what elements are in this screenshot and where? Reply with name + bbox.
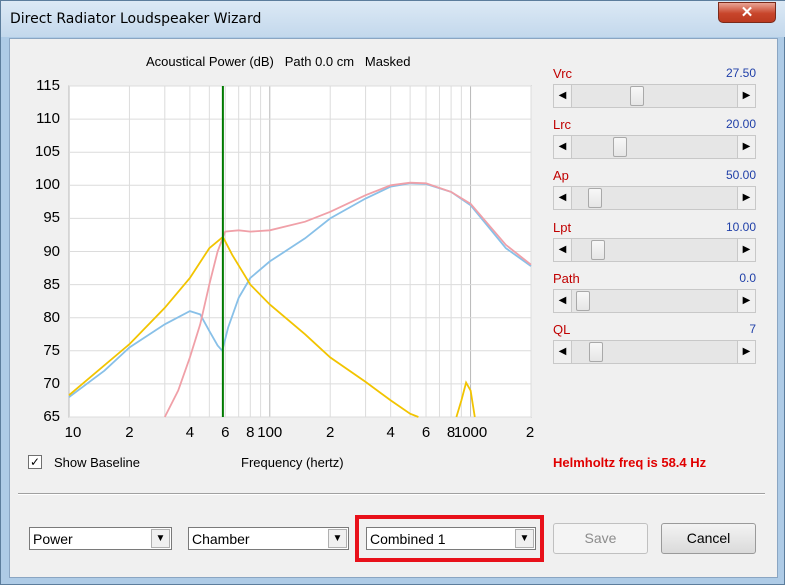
left-arrow-icon[interactable]: ◀ [554, 85, 572, 107]
slider-lrc: Lrc 20.00 ◀ ▶ [553, 117, 756, 161]
x-tick-label: 1000 [453, 424, 488, 441]
left-arrow-icon[interactable]: ◀ [554, 341, 572, 363]
x-tick-label: 4 [386, 424, 395, 441]
show-baseline-checkbox[interactable]: ✓ [28, 455, 42, 469]
y-tick-label: 85 [43, 275, 60, 293]
slider-track[interactable]: ◀ ▶ [553, 289, 756, 313]
display-mode-value: Power [33, 531, 73, 547]
enclosure-value: Chamber [192, 531, 250, 547]
slider-track[interactable]: ◀ ▶ [553, 238, 756, 262]
slider-label: QL [553, 322, 571, 337]
slider-thumb[interactable] [590, 240, 605, 260]
slider-label: Lrc [553, 117, 572, 132]
right-arrow-icon[interactable]: ▶ [737, 239, 755, 261]
right-arrow-icon[interactable]: ▶ [737, 85, 755, 107]
y-tick-label: 75 [43, 341, 60, 359]
display-mode-dropdown[interactable]: Power ▼ [29, 527, 172, 550]
left-arrow-icon[interactable]: ◀ [554, 136, 572, 158]
slider-label: Lpt [553, 220, 572, 235]
slider-value: 0.0 [739, 271, 756, 285]
slider-ap: Ap 50.00 ◀ ▶ [553, 168, 756, 212]
slider-vrc: Vrc 27.50 ◀ ▶ [553, 66, 756, 110]
slider-thumb[interactable] [589, 342, 604, 362]
x-tick-label: 100 [257, 424, 283, 441]
left-arrow-icon[interactable]: ◀ [554, 239, 572, 261]
y-tick-label: 65 [43, 408, 60, 425]
x-tick-label: 6 [421, 424, 431, 441]
helmholtz-frequency-text: Helmholtz freq is 58.4 Hz [553, 455, 707, 470]
slider-label: Ap [553, 168, 569, 183]
slider-thumb[interactable] [629, 86, 644, 106]
slider-lpt: Lpt 10.00 ◀ ▶ [553, 220, 756, 264]
slider-track[interactable]: ◀ ▶ [553, 84, 756, 108]
x-tick-label: 2 [326, 424, 335, 441]
slider-value: 20.00 [725, 117, 756, 131]
slider-value: 27.50 [725, 66, 756, 80]
slider-ql: QL 7 ◀ ▶ [553, 322, 756, 366]
y-tick-label: 105 [34, 143, 60, 161]
save-button[interactable]: Save [553, 523, 648, 554]
slider-value: 50.00 [725, 168, 756, 182]
show-baseline-label[interactable]: Show Baseline [54, 455, 140, 470]
x-tick-label: 6 [221, 424, 230, 441]
right-arrow-icon[interactable]: ▶ [737, 290, 755, 312]
slider-track[interactable]: ◀ ▶ [553, 135, 756, 159]
divider [18, 493, 765, 495]
slider-track[interactable]: ◀ ▶ [553, 340, 756, 364]
x-tick-label: 2 [125, 424, 134, 441]
x-tick-label: 10 [64, 424, 82, 441]
slider-thumb[interactable] [587, 188, 602, 208]
left-arrow-icon[interactable]: ◀ [554, 290, 572, 312]
y-tick-label: 115 [36, 77, 60, 94]
y-tick-label: 70 [43, 374, 60, 392]
slider-value: 7 [749, 322, 756, 336]
slider-value: 10.00 [725, 220, 756, 234]
x-tick-label: 2 [525, 424, 535, 441]
right-arrow-icon[interactable]: ▶ [737, 341, 755, 363]
y-tick-label: 110 [36, 110, 60, 128]
y-tick-label: 100 [34, 176, 60, 194]
slider-label: Path [553, 271, 580, 286]
right-arrow-icon[interactable]: ▶ [737, 187, 755, 209]
y-tick-label: 95 [43, 209, 60, 227]
right-arrow-icon[interactable]: ▶ [737, 136, 755, 158]
x-axis-label: Frequency (hertz) [241, 455, 344, 470]
highlight-box [355, 515, 544, 562]
left-arrow-icon[interactable]: ◀ [554, 187, 572, 209]
slider-path: Path 0.0 ◀ ▶ [553, 271, 756, 315]
x-tick-label: 8 [246, 424, 255, 441]
slider-track[interactable]: ◀ ▶ [553, 186, 756, 210]
y-tick-label: 80 [43, 308, 60, 326]
cancel-button[interactable]: Cancel [661, 523, 756, 554]
x-tick-label: 4 [185, 424, 195, 441]
enclosure-dropdown[interactable]: Chamber ▼ [188, 527, 349, 550]
chevron-down-icon[interactable]: ▼ [328, 529, 347, 548]
slider-thumb[interactable] [613, 137, 628, 157]
slider-thumb[interactable] [575, 291, 590, 311]
y-tick-label: 90 [43, 242, 60, 260]
chevron-down-icon[interactable]: ▼ [151, 529, 170, 548]
slider-label: Vrc [553, 66, 573, 81]
